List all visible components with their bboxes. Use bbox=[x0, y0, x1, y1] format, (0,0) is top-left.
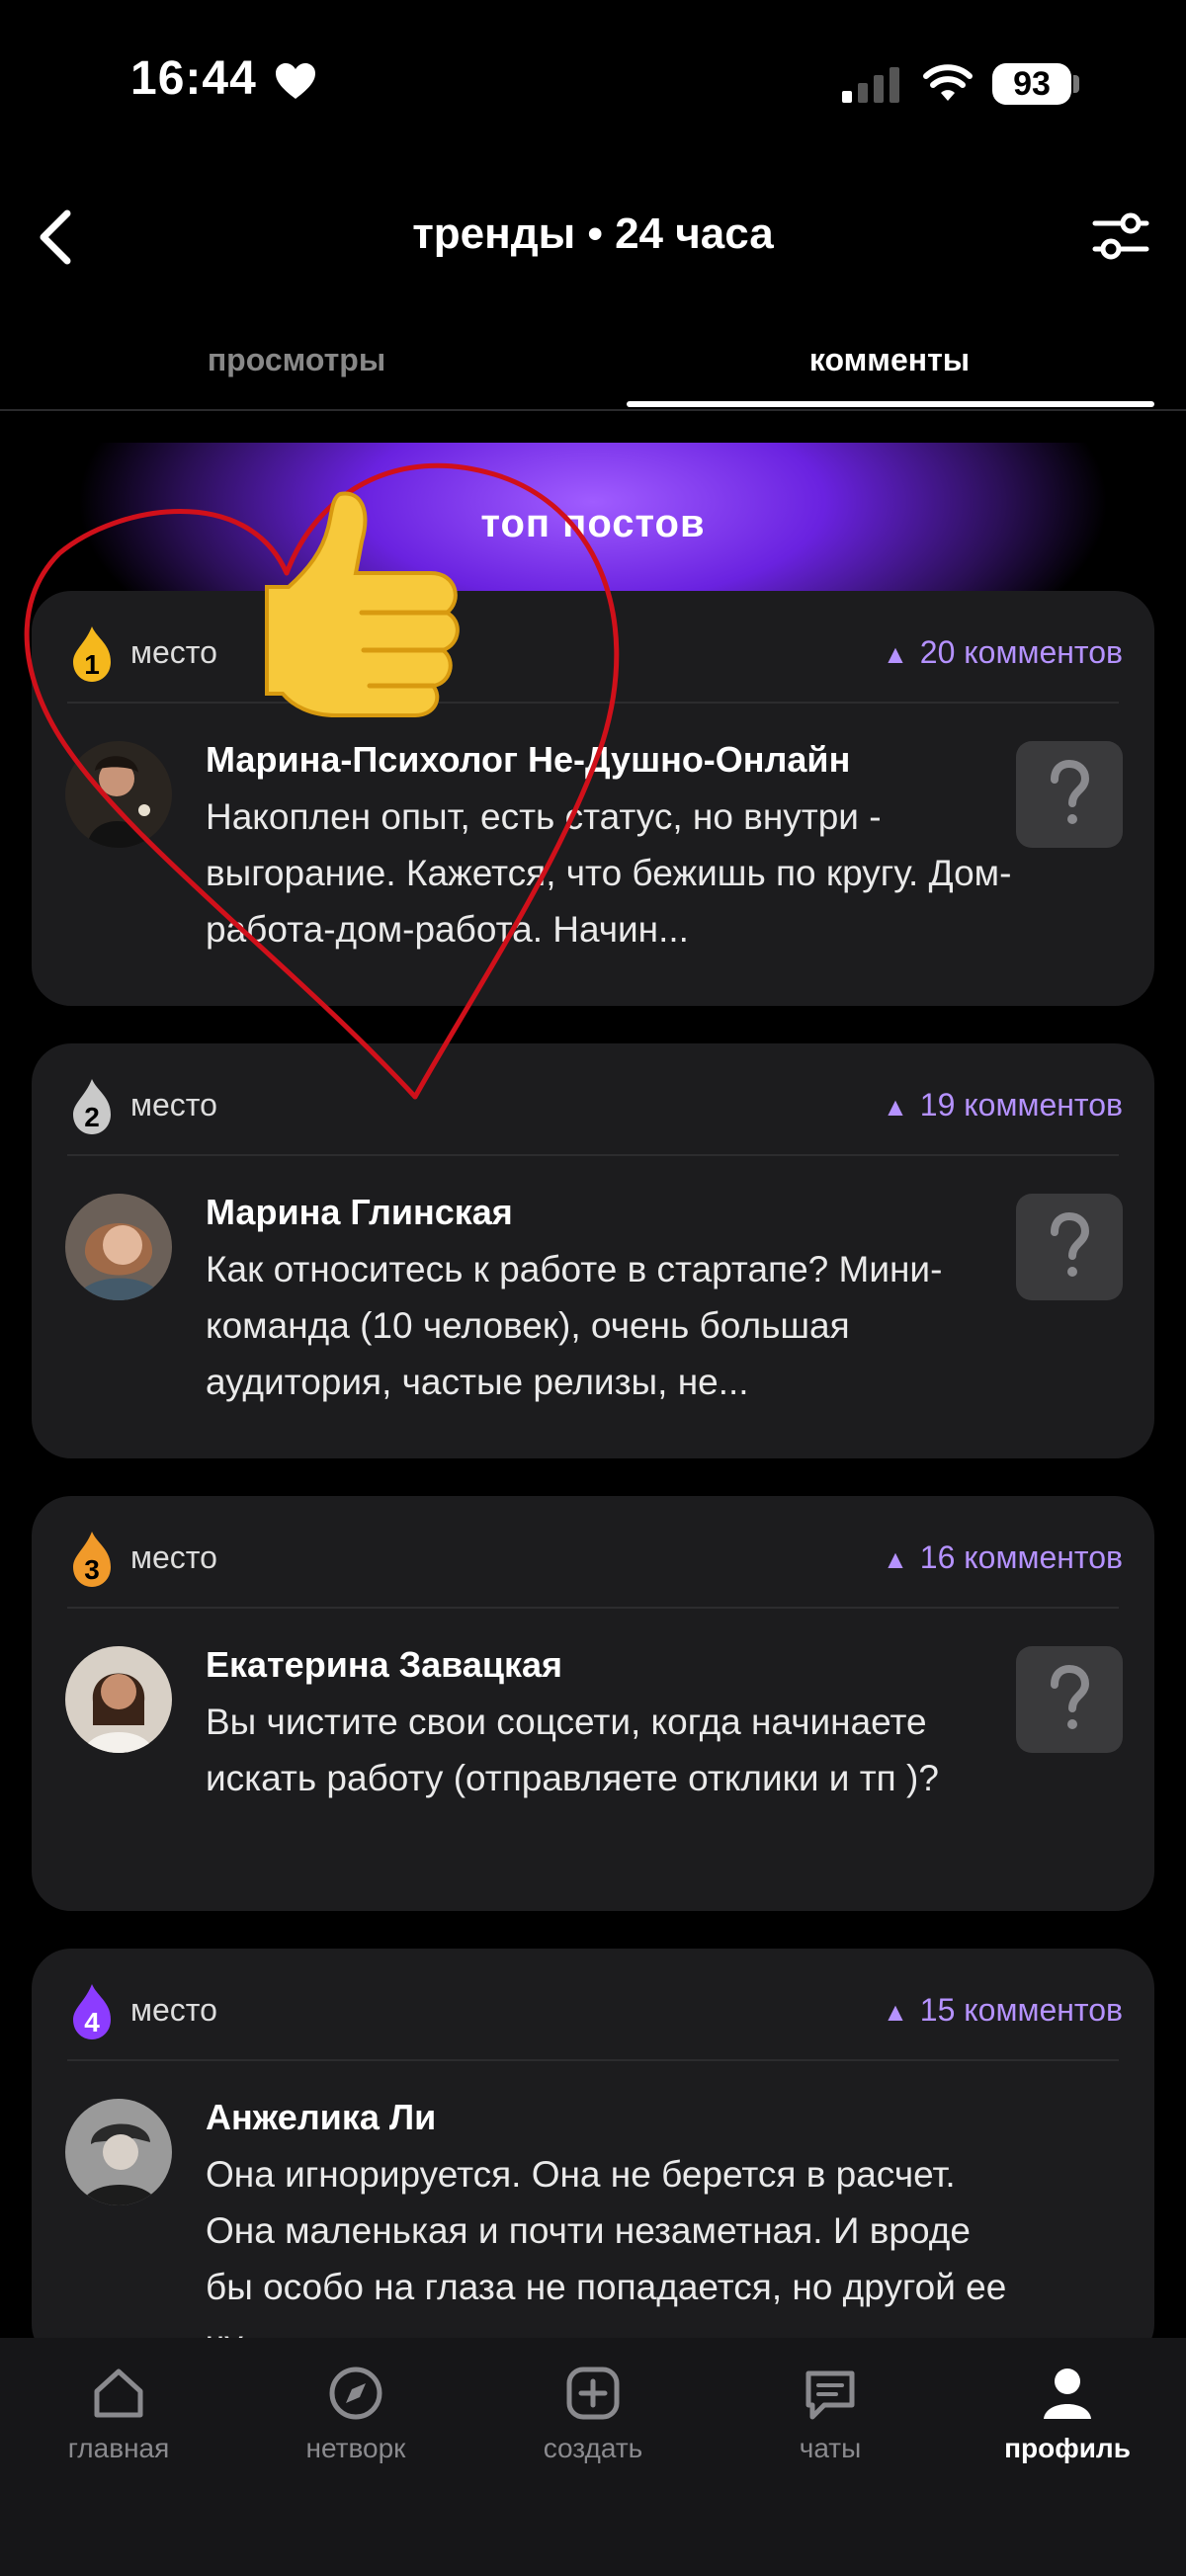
chat-icon bbox=[805, 2370, 855, 2420]
up-triangle-icon: ▲ bbox=[883, 1997, 908, 2027]
bottom-navigation: главная нетворк создать чаты профиль bbox=[0, 2338, 1186, 2576]
avatar[interactable] bbox=[65, 1646, 172, 1753]
card-divider bbox=[67, 1154, 1119, 1156]
post-text: Как относитесь к работе в стартапе? Мини… bbox=[206, 1249, 943, 1402]
page-title: тренды • 24 часа bbox=[412, 209, 774, 258]
comment-count-text: 16 комментов bbox=[919, 1539, 1123, 1575]
place-label: место bbox=[130, 1539, 217, 1575]
nav-create[interactable]: создать bbox=[474, 2364, 712, 2464]
question-thumbnail[interactable] bbox=[1016, 741, 1123, 848]
plus-square-icon bbox=[566, 2367, 620, 2420]
question-mark-icon bbox=[1051, 760, 1090, 824]
comment-count-text: 15 комментов bbox=[919, 1992, 1123, 2028]
rank-number: 4 bbox=[84, 2007, 100, 2037]
tab-views[interactable]: просмотры bbox=[0, 342, 593, 378]
question-mark-icon bbox=[1051, 1665, 1090, 1729]
card-divider bbox=[67, 1607, 1119, 1609]
up-triangle-icon: ▲ bbox=[883, 639, 908, 669]
comment-count: ▲ 20 комментов bbox=[883, 634, 1123, 671]
nav-chats[interactable]: чаты bbox=[712, 2364, 949, 2464]
post-author: Марина Глинская bbox=[206, 1192, 513, 1232]
post-card[interactable]: 4 место ▲ 15 комментов Анжелика Ли Она иг… bbox=[32, 1949, 1154, 2364]
rank-flame-icon: 4 bbox=[73, 1984, 111, 2039]
tab-active-indicator bbox=[627, 401, 1154, 407]
place-label: место bbox=[130, 1992, 217, 2028]
question-mark-icon bbox=[1051, 1212, 1090, 1277]
comment-count-text: 19 комментов bbox=[919, 1087, 1123, 1122]
nav-label: нетворк bbox=[305, 2433, 406, 2463]
battery-tip bbox=[1073, 75, 1079, 93]
status-time: 16:44 bbox=[130, 52, 257, 105]
avatar[interactable] bbox=[65, 2099, 172, 2205]
nav-profile[interactable]: профиль bbox=[949, 2364, 1186, 2464]
heart-icon bbox=[276, 63, 315, 99]
post-author: Анжелика Ли bbox=[206, 2097, 437, 2137]
avatar[interactable] bbox=[65, 1194, 172, 1300]
thumbs-up-emoji-icon bbox=[265, 491, 460, 717]
nav-label: чаты bbox=[799, 2433, 862, 2463]
tabs-divider bbox=[0, 409, 1186, 411]
comment-count: ▲ 16 комментов bbox=[883, 1539, 1123, 1576]
wifi-icon bbox=[923, 64, 973, 101]
nav-label: создать bbox=[543, 2433, 643, 2463]
filter-settings-icon[interactable] bbox=[1091, 211, 1150, 263]
post-card[interactable]: 3 место ▲ 16 комментов Екатерина Завацкая… bbox=[32, 1496, 1154, 1911]
post-text: Вы чистите свои соцсети, когда начинаете… bbox=[206, 1702, 939, 1798]
card-divider bbox=[67, 2059, 1119, 2061]
rank-flame-icon: 3 bbox=[73, 1532, 111, 1587]
profile-icon bbox=[1044, 2368, 1091, 2419]
question-thumbnail[interactable] bbox=[1016, 1646, 1123, 1753]
comment-count-text: 20 комментов bbox=[919, 634, 1123, 670]
nav-label: профиль bbox=[1004, 2433, 1131, 2463]
up-triangle-icon: ▲ bbox=[883, 1092, 908, 1122]
nav-network[interactable]: нетворк bbox=[237, 2364, 474, 2464]
rank-number: 3 bbox=[84, 1554, 100, 1585]
nav-label: главная bbox=[67, 2433, 170, 2463]
question-thumbnail[interactable] bbox=[1016, 1194, 1123, 1300]
cellular-signal-icon bbox=[842, 67, 899, 103]
comment-count: ▲ 15 комментов bbox=[883, 1992, 1123, 2029]
post-author: Екатерина Завацкая bbox=[206, 1644, 563, 1685]
up-triangle-icon: ▲ bbox=[883, 1544, 908, 1574]
comment-count: ▲ 19 комментов bbox=[883, 1087, 1123, 1123]
battery-indicator: 93 bbox=[992, 63, 1071, 105]
tab-comments[interactable]: комменты bbox=[593, 342, 1186, 378]
home-icon bbox=[94, 2368, 143, 2418]
nav-home[interactable]: главная bbox=[0, 2364, 237, 2464]
compass-icon bbox=[329, 2367, 382, 2420]
